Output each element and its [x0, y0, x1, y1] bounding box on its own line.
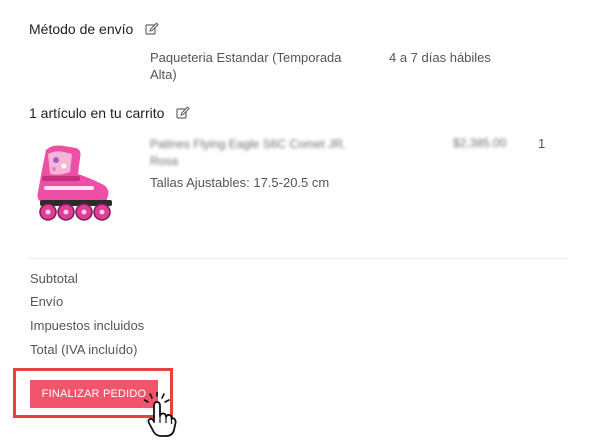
total-label: Total (IVA incluído): [30, 342, 138, 357]
shipping-method-name: Paqueteria Estandar (Temporada Alta): [150, 50, 342, 82]
product-price: $2,385.00: [453, 136, 507, 150]
taxes-label: Impuestos incluidos: [30, 318, 145, 333]
edit-icon[interactable]: [145, 22, 159, 36]
edit-icon[interactable]: [176, 106, 191, 120]
divider: [29, 258, 567, 259]
shipping-method-title: Método de envío: [29, 21, 134, 37]
finalize-order-button[interactable]: FINALIZAR PEDIDO: [30, 380, 158, 408]
hand-pointer-icon: [143, 392, 177, 437]
cart-heading: 1 artículo en tu carrito: [29, 105, 191, 121]
shipping-delivery-time: 4 a 7 días hábiles: [389, 50, 491, 65]
subtotal-label: Subtotal: [30, 271, 78, 286]
shipping-label: Envío: [30, 294, 64, 309]
cart-title: 1 artículo en tu carrito: [29, 105, 165, 121]
product-image-skate[interactable]: [30, 140, 122, 226]
product-variant: Tallas Ajustables: 17.5-20.5 cm: [150, 175, 330, 190]
shipping-method-heading: Método de envío: [29, 21, 159, 37]
product-quantity: 1: [538, 136, 546, 151]
product-name[interactable]: Patines Flying Eagle S6C Comet JR. Rosa: [150, 136, 346, 170]
